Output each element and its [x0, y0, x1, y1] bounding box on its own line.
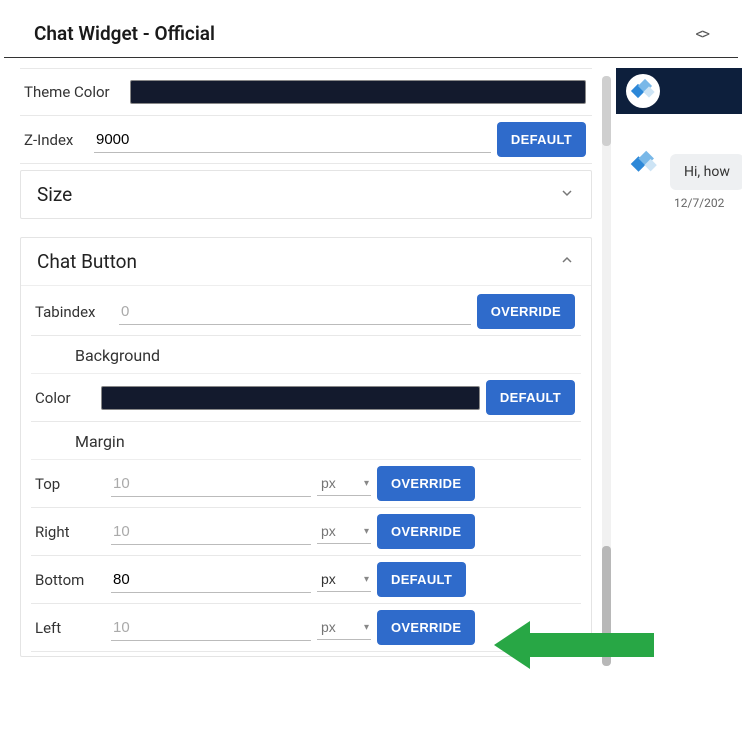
zindex-default-button[interactable]: DEFAULT: [497, 122, 586, 157]
main-content: Theme Color Z-Index DEFAULT Size Chat Bu…: [0, 68, 742, 749]
zindex-input[interactable]: [94, 127, 491, 153]
margin-group: Top ▾ OVERRIDE Right: [31, 460, 581, 652]
margin-heading: Margin: [31, 422, 581, 460]
margin-bottom-row: Bottom ▾ DEFAULT: [31, 556, 581, 604]
margin-right-row: Right ▾ OVERRIDE: [31, 508, 581, 556]
margin-top-input[interactable]: [111, 471, 311, 497]
code-icon[interactable]: <>: [696, 24, 709, 43]
scrollbar-thumb-top[interactable]: [602, 76, 611, 146]
scrollbar-track: [596, 68, 616, 749]
margin-right-label: Right: [35, 523, 105, 541]
scrollbar-thumb[interactable]: [602, 546, 611, 666]
diamond-icon: [631, 81, 655, 101]
chevron-up-icon: [559, 252, 575, 272]
background-heading: Background: [31, 336, 581, 374]
settings-panel: Theme Color Z-Index DEFAULT Size Chat Bu…: [0, 68, 596, 749]
margin-bottom-label: Bottom: [35, 571, 105, 589]
margin-left-override-button[interactable]: OVERRIDE: [377, 610, 475, 645]
diamond-icon: [631, 153, 657, 175]
margin-top-override-button[interactable]: OVERRIDE: [377, 466, 475, 501]
chevron-down-icon: [559, 185, 575, 205]
margin-top-row: Top ▾ OVERRIDE: [31, 460, 581, 508]
margin-left-unit[interactable]: [317, 615, 371, 640]
chat-preview: Hi, how 12/7/202: [616, 68, 742, 749]
size-section-title: Size: [37, 183, 72, 206]
bg-color-row: Color DEFAULT: [31, 374, 581, 422]
chat-preview-header: [616, 68, 742, 114]
margin-left-row: Left ▾ OVERRIDE: [31, 604, 581, 652]
margin-right-unit[interactable]: [317, 519, 371, 544]
margin-right-input[interactable]: [111, 519, 311, 545]
margin-left-input[interactable]: [111, 615, 311, 641]
margin-bottom-input[interactable]: [111, 567, 311, 593]
tabindex-row: Tabindex OVERRIDE: [31, 288, 581, 336]
size-section: Size: [20, 170, 592, 219]
zindex-row: Z-Index DEFAULT: [20, 116, 592, 164]
avatar: [632, 154, 660, 178]
tabindex-override-button[interactable]: OVERRIDE: [477, 294, 575, 329]
margin-bottom-unit[interactable]: [317, 567, 371, 592]
chat-button-section-header[interactable]: Chat Button: [21, 238, 591, 286]
chat-message-row: Hi, how 12/7/202: [616, 114, 742, 210]
bg-color-default-button[interactable]: DEFAULT: [486, 380, 575, 415]
chat-button-section-body: Tabindex OVERRIDE Background Color DEFAU…: [21, 286, 591, 656]
zindex-label: Z-Index: [24, 131, 88, 149]
scrollbar[interactable]: [602, 76, 611, 666]
message-bubble-wrap: Hi, how 12/7/202: [670, 154, 742, 210]
tabindex-input[interactable]: [119, 299, 471, 325]
bg-color-swatch[interactable]: [101, 386, 480, 410]
theme-color-row: Theme Color: [20, 68, 592, 116]
chat-button-section-title: Chat Button: [37, 250, 137, 273]
theme-color-swatch[interactable]: [130, 80, 586, 104]
bg-color-label: Color: [35, 389, 95, 407]
page-title: Chat Widget - Official: [34, 22, 215, 45]
size-section-header[interactable]: Size: [21, 171, 591, 218]
theme-color-label: Theme Color: [24, 83, 124, 101]
margin-bottom-default-button[interactable]: DEFAULT: [377, 562, 466, 597]
margin-top-unit[interactable]: [317, 471, 371, 496]
page-header: Chat Widget - Official <>: [4, 0, 738, 58]
message-timestamp: 12/7/202: [674, 196, 724, 210]
margin-left-label: Left: [35, 619, 105, 637]
margin-top-label: Top: [35, 475, 105, 493]
tabindex-label: Tabindex: [35, 303, 113, 321]
chat-button-section: Chat Button Tabindex OVERRIDE Background…: [20, 237, 592, 657]
margin-right-override-button[interactable]: OVERRIDE: [377, 514, 475, 549]
message-bubble: Hi, how: [670, 154, 742, 190]
brand-logo: [626, 74, 660, 108]
